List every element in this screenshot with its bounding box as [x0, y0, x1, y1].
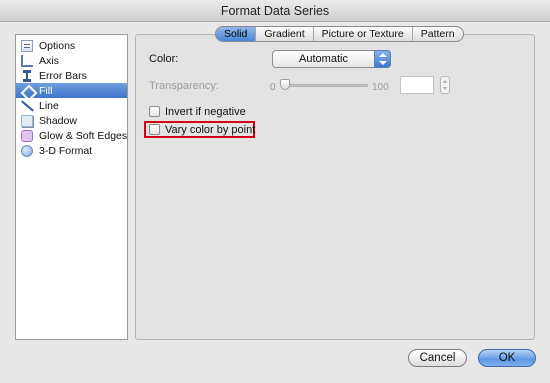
- 3d-format-icon: [21, 144, 33, 157]
- sidebar-item-error-bars[interactable]: Error Bars: [16, 68, 127, 83]
- invert-if-negative-label: Invert if negative: [165, 106, 246, 118]
- cancel-button[interactable]: Cancel: [408, 349, 467, 367]
- tab-solid[interactable]: Solid: [216, 27, 256, 41]
- color-popup[interactable]: Automatic: [272, 50, 391, 68]
- options-icon: [21, 39, 33, 52]
- sidebar-item-line[interactable]: Line: [16, 98, 127, 113]
- transparency-stepper[interactable]: [440, 76, 450, 94]
- sidebar-item-3d-format[interactable]: 3-D Format: [16, 143, 127, 158]
- transparency-slider-track[interactable]: [283, 84, 368, 87]
- sidebar-item-fill[interactable]: Fill: [16, 83, 127, 98]
- fill-type-tabs: Solid Gradient Picture or Texture Patter…: [215, 26, 464, 42]
- transparency-max-label: 100: [372, 82, 389, 93]
- popup-arrows-icon: [374, 50, 391, 68]
- tab-pattern[interactable]: Pattern: [411, 27, 463, 41]
- glow-icon: [21, 129, 33, 142]
- sidebar-item-options[interactable]: Options: [16, 38, 127, 53]
- sidebar-item-axis[interactable]: Axis: [16, 53, 127, 68]
- vary-color-by-point-label: Vary color by point: [165, 124, 256, 136]
- axis-icon: [21, 54, 33, 67]
- category-list: Options Axis Error Bars Fill Line Shadow…: [15, 34, 128, 340]
- line-icon: [21, 100, 33, 112]
- sidebar-item-label: Shadow: [39, 114, 77, 127]
- transparency-min-label: 0: [270, 82, 276, 93]
- ok-button[interactable]: OK: [478, 349, 536, 367]
- fill-bucket-icon: [21, 85, 33, 97]
- sidebar-item-label: Error Bars: [39, 69, 87, 82]
- transparency-field[interactable]: [400, 76, 434, 94]
- transparency-slider-thumb[interactable]: [280, 79, 290, 90]
- title-bar: Format Data Series: [0, 0, 550, 22]
- color-popup-value: Automatic: [299, 53, 348, 65]
- color-label: Color:: [149, 53, 179, 65]
- shadow-icon: [21, 114, 33, 127]
- sidebar-item-label: Glow & Soft Edges: [39, 129, 128, 142]
- error-bars-icon: [21, 69, 33, 82]
- sidebar-item-label: Options: [39, 39, 76, 52]
- sidebar-item-label: Line: [39, 99, 59, 112]
- transparency-label: Transparency:: [149, 80, 219, 92]
- invert-if-negative-checkbox[interactable]: [149, 106, 160, 117]
- vary-color-by-point-checkbox[interactable]: [149, 124, 160, 135]
- tab-gradient[interactable]: Gradient: [255, 27, 312, 41]
- sidebar-item-shadow[interactable]: Shadow: [16, 113, 127, 128]
- tab-picture-or-texture[interactable]: Picture or Texture: [312, 27, 412, 41]
- sidebar-item-label: Axis: [39, 54, 59, 67]
- sidebar-item-glow[interactable]: Glow & Soft Edges: [16, 128, 127, 143]
- window-title: Format Data Series: [220, 4, 330, 18]
- sidebar-item-label: 3-D Format: [39, 144, 93, 157]
- sidebar-item-label: Fill: [39, 84, 53, 97]
